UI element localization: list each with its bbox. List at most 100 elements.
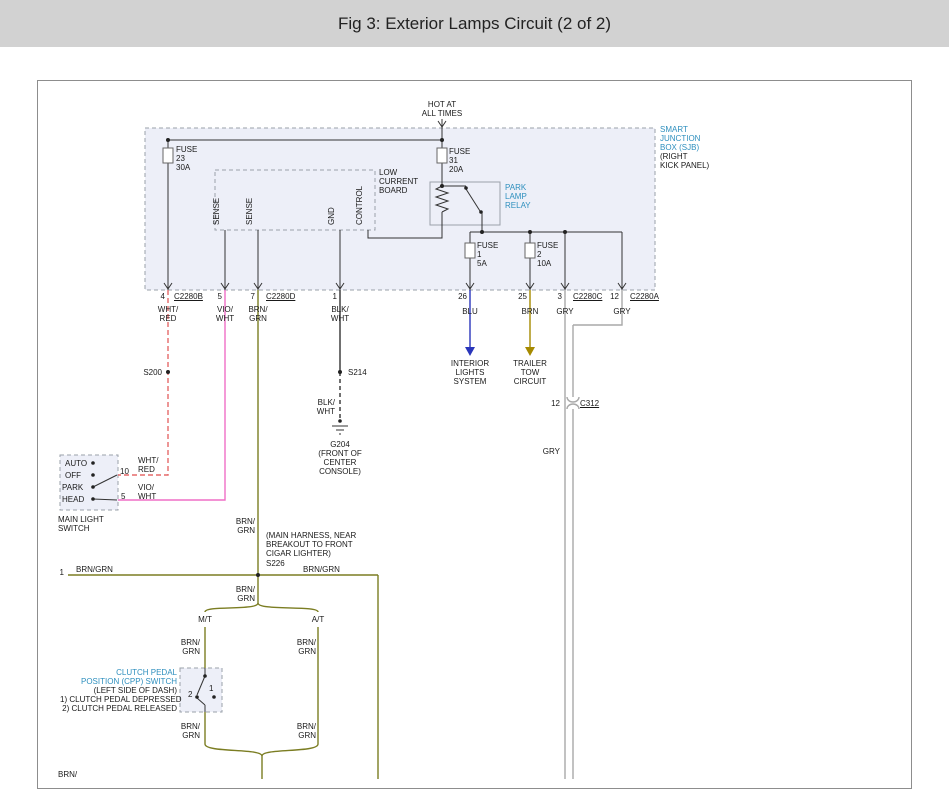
pin-12: 12	[607, 292, 619, 301]
connector-c312[interactable]: C312	[580, 399, 599, 408]
pin-7: 7	[247, 292, 255, 301]
c312-connector-symbol-bottom	[567, 404, 579, 409]
fuse23-label-line2: 23	[176, 154, 185, 163]
hot-at-label-line1: HOT AT	[418, 100, 466, 109]
low-current-board-label-line2: CURRENT	[379, 177, 418, 186]
hot-at-label-line2: ALL TIMES	[415, 109, 469, 118]
connector-c2280d[interactable]: C2280D	[266, 292, 295, 301]
wire-label-brn-grn-3a: BRN/	[230, 585, 255, 594]
wire-label-brn-grn-2a: BRN/	[230, 517, 255, 526]
fuse2-label-line3: 10A	[537, 259, 551, 268]
connector-c2280a[interactable]: C2280A	[630, 292, 659, 301]
mls-position-park: PARK	[62, 483, 83, 492]
ground-symbol-g204	[332, 419, 348, 434]
relay-label-line3: RELAY	[505, 201, 531, 210]
pin-26: 26	[455, 292, 467, 301]
wire-label-brn-grn-4b: GRN	[176, 647, 200, 656]
ground-g204-label: G204	[300, 440, 380, 449]
trailer-tow-line3: CIRCUIT	[500, 377, 560, 386]
fuse2-label-line2: 2	[537, 250, 541, 259]
cpp-note-2: 2) CLUTCH PEDAL RELEASED	[60, 704, 177, 713]
wire-label-brn-grn-inline-left: BRN/GRN	[76, 565, 113, 574]
ground-location-line2: CENTER	[300, 458, 380, 467]
fuse-1-symbol	[465, 243, 475, 258]
wire-label-brn-grn-4a: BRN/	[176, 638, 200, 647]
splice-s200-dot	[166, 370, 170, 374]
wire-label-brn-grn-3b: GRN	[230, 594, 255, 603]
ground-location-line3: CONSOLE)	[300, 467, 380, 476]
wire-label-brn-grn-2b: GRN	[230, 526, 255, 535]
sjb-location-line1: (RIGHT	[660, 152, 688, 161]
wire-label-gry-3: GRY	[536, 447, 560, 456]
wire-label-brn-grn-1a: BRN/	[238, 305, 278, 314]
mls-name-line1: MAIN LIGHT	[58, 515, 104, 524]
mls-name-line2: SWITCH	[58, 524, 90, 533]
s226-note-line3: CIGAR LIGHTER)	[266, 549, 331, 558]
wire-label-gry-2: GRY	[602, 307, 642, 316]
splice-s200-label: S200	[138, 368, 162, 377]
cpp-name-line2: POSITION (CPP) SWITCH	[60, 677, 177, 686]
cpp-contact-2: 2	[188, 690, 192, 699]
sjb-name-line2: JUNCTION	[660, 134, 700, 143]
low-current-board-outline	[215, 170, 375, 230]
wire-label-gry-1: GRY	[545, 307, 585, 316]
wire-label-brn-grn-6b: GRN	[176, 731, 200, 740]
cpp-location: (LEFT SIDE OF DASH)	[60, 686, 177, 695]
pin-5: 5	[214, 292, 222, 301]
wire-label-brn-grn-7b: GRN	[292, 731, 316, 740]
wire-label-wht-red-1a: WHT/	[148, 305, 188, 314]
fuse31-label-line3: 20A	[449, 165, 463, 174]
interior-lights-line2: LIGHTS	[440, 368, 500, 377]
fuse-31-symbol	[437, 148, 447, 163]
trailer-tow-line1: TRAILER	[500, 359, 560, 368]
board-pin-sense2-label: SENSE	[245, 189, 254, 225]
pin-3: 3	[552, 292, 562, 301]
wire-label-brn-grn-inline-right: BRN/GRN	[303, 565, 340, 574]
wire-label-wht-red-2b: RED	[138, 465, 155, 474]
cpp-switch-outline	[180, 668, 222, 712]
sjb-name-line3: BOX (SJB)	[660, 143, 699, 152]
mls-pin-5: 5	[121, 492, 125, 501]
pin-4: 4	[157, 292, 165, 301]
wire-label-blk-wht-2a: BLK/	[305, 398, 335, 407]
wire-label-brn-grn-1b: GRN	[238, 314, 278, 323]
board-pin-gnd-label: GND	[327, 189, 336, 225]
fuse-23-symbol	[163, 148, 173, 163]
fuse23-label-line3: 30A	[176, 163, 190, 172]
ground-location-line1: (FRONT OF	[300, 449, 380, 458]
wire-label-brn-grn-5b: GRN	[292, 647, 316, 656]
mls-pin-10: 10	[120, 467, 129, 476]
relay-label-line1: PARK	[505, 183, 526, 192]
interior-lights-line1: INTERIOR	[440, 359, 500, 368]
wire-label-brn-grn-6a: BRN/	[176, 722, 200, 731]
s226-note-line2: BREAKOUT TO FRONT	[266, 540, 353, 549]
splice-s214-label: S214	[348, 368, 367, 377]
wire-label-brn-grn-5a: BRN/	[292, 638, 316, 647]
wire-label-blk-wht-1b: WHT	[320, 314, 360, 323]
fuse1-label-line1: FUSE	[477, 241, 498, 250]
cpp-name-line1: CLUTCH PEDAL	[60, 668, 177, 677]
wire-label-vio-wht-2b: WHT	[138, 492, 156, 501]
cpp-contact-1: 1	[209, 684, 213, 693]
mls-position-auto: AUTO	[65, 459, 87, 468]
sjb-name-line1: SMART	[660, 125, 688, 134]
splice-s226-label: S226	[266, 559, 285, 568]
wire-label-wht-red-1b: RED	[148, 314, 188, 323]
fuse1-label-line3: 5A	[477, 259, 487, 268]
fuse2-label-line1: FUSE	[537, 241, 558, 250]
sjb-location-line2: KICK PANEL)	[660, 161, 709, 170]
wire-label-blu: BLU	[450, 307, 490, 316]
wire-gry	[565, 290, 622, 779]
low-current-board-label-line1: LOW	[379, 168, 397, 177]
mls-position-off: OFF	[65, 471, 81, 480]
s226-note-line1: (MAIN HARNESS, NEAR	[266, 531, 356, 540]
connector-c2280c[interactable]: C2280C	[573, 292, 602, 301]
low-current-board-label-line3: BOARD	[379, 186, 407, 195]
connector-c2280b[interactable]: C2280B	[174, 292, 203, 301]
fuse31-label-line1: FUSE	[449, 147, 470, 156]
trailer-tow-line2: TOW	[500, 368, 560, 377]
splice-s214-dot	[338, 370, 342, 374]
fuse1-label-line2: 1	[477, 250, 481, 259]
wire-label-vio-wht-2a: VIO/	[138, 483, 154, 492]
blu-arrowhead	[465, 347, 475, 356]
